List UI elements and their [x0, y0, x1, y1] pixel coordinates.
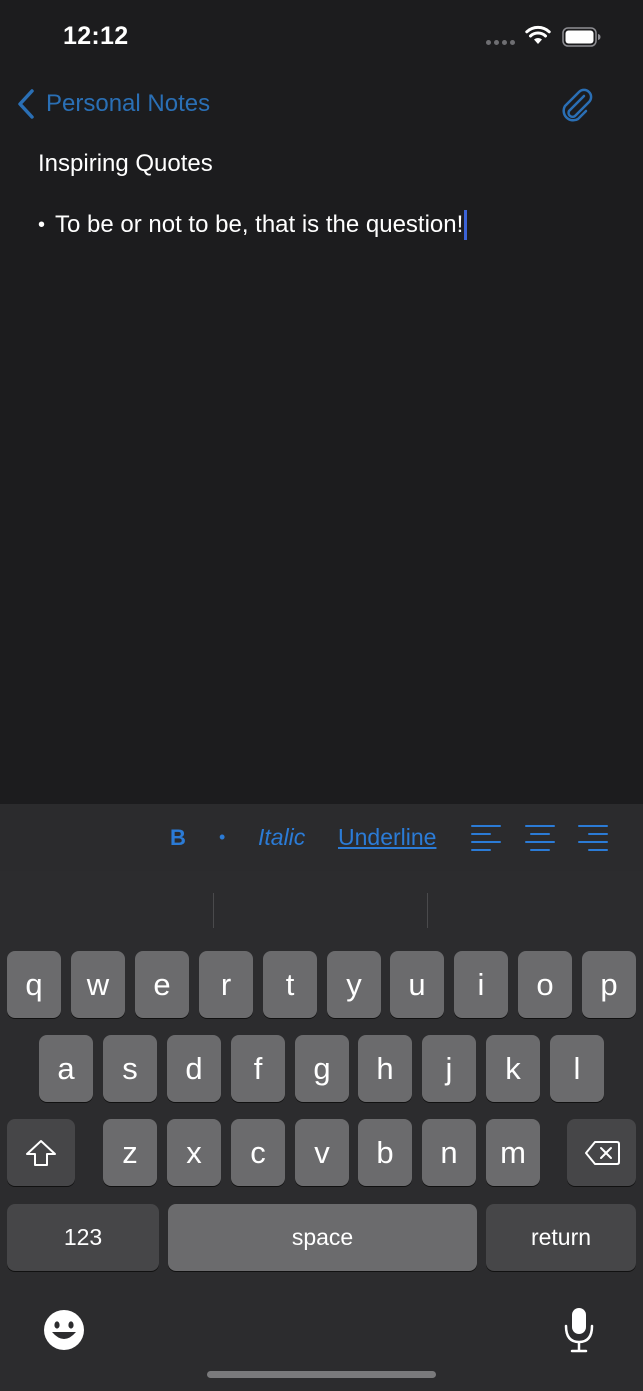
key-u[interactable]: u [390, 951, 444, 1018]
numbers-key[interactable]: 123 [7, 1204, 159, 1271]
dictation-button[interactable] [562, 1306, 596, 1354]
home-indicator[interactable] [207, 1371, 436, 1378]
wifi-icon [525, 25, 551, 44]
key-x[interactable]: x [167, 1119, 221, 1186]
keyboard: q w e r t y u i o p a s d f g h j k l z … [0, 871, 643, 1391]
key-m[interactable]: m [486, 1119, 540, 1186]
paperclip-icon[interactable] [556, 86, 594, 124]
key-q[interactable]: q [7, 951, 61, 1018]
key-g[interactable]: g [295, 1035, 349, 1102]
microphone-icon [564, 1308, 594, 1353]
align-left-icon [471, 824, 501, 851]
note-bullet-line[interactable]: • To be or not to be, that is the questi… [38, 210, 468, 240]
key-l[interactable]: l [550, 1035, 604, 1102]
underline-button[interactable]: Underline [338, 804, 436, 871]
note-title[interactable]: Inspiring Quotes [38, 150, 213, 178]
align-left-button[interactable] [470, 804, 502, 871]
key-b[interactable]: b [358, 1119, 412, 1186]
bullet-button[interactable]: • [219, 804, 225, 871]
signal-dots-icon [486, 40, 518, 45]
align-center-icon [525, 824, 555, 851]
back-button-label: Personal Notes [46, 90, 211, 117]
align-right-button[interactable] [577, 804, 609, 871]
space-key[interactable]: space [168, 1204, 477, 1271]
key-d[interactable]: d [167, 1035, 221, 1102]
emoji-icon [44, 1310, 84, 1350]
chevron-left-icon [18, 89, 34, 119]
key-k[interactable]: k [486, 1035, 540, 1102]
key-o[interactable]: o [518, 951, 572, 1018]
key-y[interactable]: y [327, 951, 381, 1018]
status-time: 12:12 [63, 22, 129, 50]
shift-key[interactable] [7, 1119, 75, 1186]
italic-button[interactable]: Italic [258, 804, 305, 871]
key-c[interactable]: c [231, 1119, 285, 1186]
backspace-icon [584, 1140, 620, 1165]
suggestion-divider [213, 893, 214, 928]
key-f[interactable]: f [231, 1035, 285, 1102]
key-w[interactable]: w [71, 951, 125, 1018]
key-t[interactable]: t [263, 951, 317, 1018]
key-r[interactable]: r [199, 951, 253, 1018]
key-v[interactable]: v [295, 1119, 349, 1186]
bold-button[interactable]: B [170, 804, 186, 871]
key-z[interactable]: z [103, 1119, 157, 1186]
note-bullet-text: To be or not to be, that is the question… [55, 211, 464, 238]
formatting-toolbar: B • Italic Underline [0, 804, 643, 871]
back-button[interactable]: Personal Notes [16, 86, 210, 122]
key-j[interactable]: j [422, 1035, 476, 1102]
shift-arrow-icon [26, 1139, 56, 1166]
suggestion-divider [427, 893, 428, 928]
key-h[interactable]: h [358, 1035, 412, 1102]
key-s[interactable]: s [103, 1035, 157, 1102]
align-center-button[interactable] [524, 804, 556, 871]
align-right-icon [578, 824, 608, 851]
key-p[interactable]: p [582, 951, 636, 1018]
key-a[interactable]: a [39, 1035, 93, 1102]
key-i[interactable]: i [454, 951, 508, 1018]
key-e[interactable]: e [135, 951, 189, 1018]
battery-icon [562, 27, 601, 47]
text-caret [464, 210, 468, 240]
delete-key[interactable] [567, 1119, 636, 1186]
key-n[interactable]: n [422, 1119, 476, 1186]
bullet-marker: • [38, 213, 46, 236]
emoji-button[interactable] [42, 1308, 86, 1352]
return-key[interactable]: return [486, 1204, 636, 1271]
